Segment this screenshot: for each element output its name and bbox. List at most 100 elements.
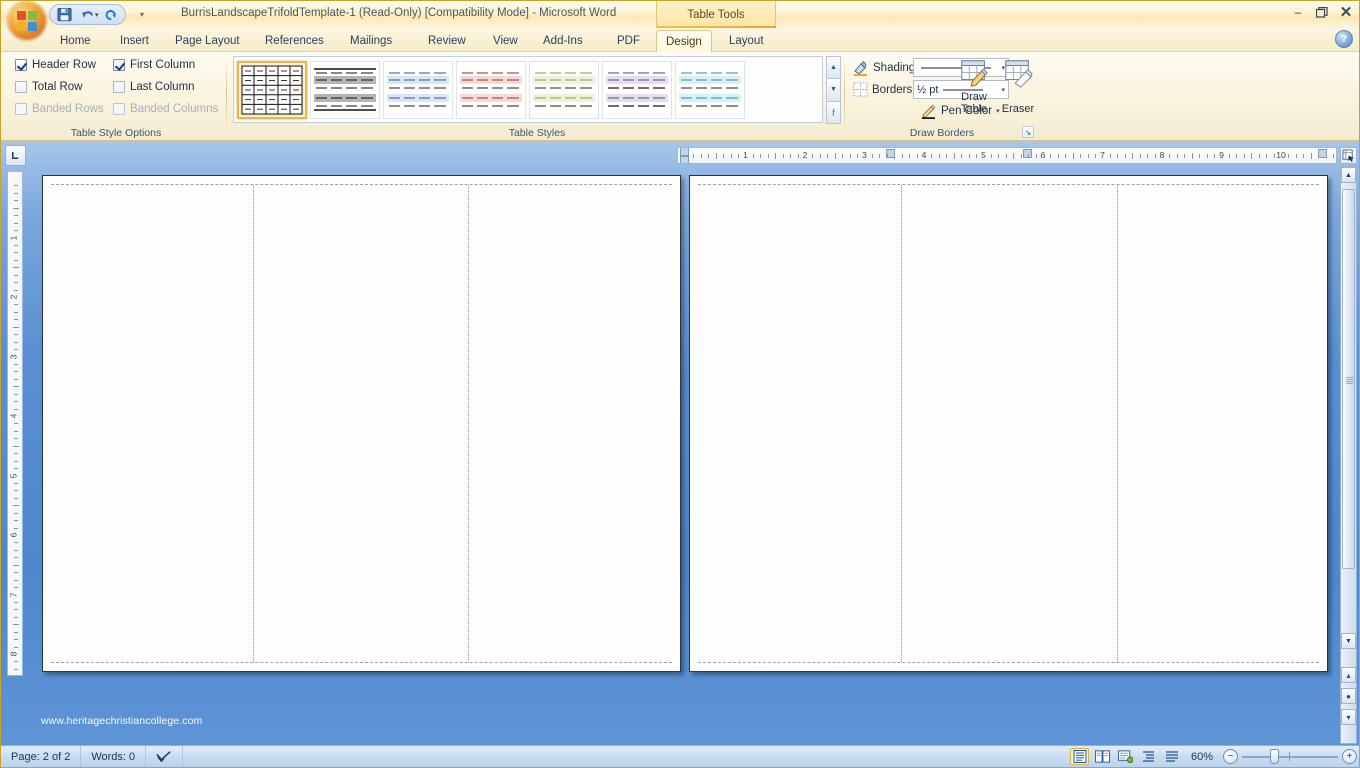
zoom-slider-handle[interactable]	[1270, 749, 1279, 764]
ruler-tick	[909, 154, 911, 158]
ruler-tick	[14, 244, 18, 246]
ruler-tick	[13, 326, 19, 328]
checkbox-last-column[interactable]: Last Column	[113, 81, 195, 93]
ruler-tick	[1013, 153, 1015, 159]
select-browse-object-top-button[interactable]	[1340, 147, 1357, 164]
group-table-styles: ▲ ▼ ⨍ Table Styles	[229, 52, 845, 141]
ruler-tick	[14, 482, 18, 484]
next-page-button[interactable]: ▾	[1341, 709, 1356, 725]
ruler-number: 5	[8, 473, 19, 478]
zoom-level-label[interactable]: 60%	[1185, 751, 1219, 763]
minimize-button[interactable]: –	[1287, 3, 1309, 21]
ruler-tick	[13, 624, 19, 626]
ruler-tick	[961, 154, 963, 158]
view-outline-button[interactable]	[1139, 748, 1158, 765]
borders-button[interactable]: Borders ▾	[853, 82, 920, 97]
ruler-tick	[14, 549, 18, 551]
table-style-swatch-table-grid[interactable]	[237, 60, 307, 119]
page-indicator[interactable]: Page: 2 of 2	[1, 745, 82, 767]
view-web-layout-button[interactable]	[1116, 748, 1135, 765]
scrollbar-thumb[interactable]	[1342, 189, 1355, 569]
vertical-scrollbar[interactable]: ▲ ▼ ▴ ● ▾	[1340, 166, 1357, 744]
first-line-indent-marker[interactable]	[680, 148, 689, 156]
tab-page-layout[interactable]: Page Layout	[166, 30, 249, 52]
ruler-tick	[738, 154, 740, 158]
ruler-tick	[1065, 154, 1067, 158]
gallery-more-button[interactable]: ⨍	[826, 100, 841, 124]
ruler-tick	[782, 154, 784, 158]
ruler-number: 7	[1100, 150, 1105, 160]
zoom-slider[interactable]	[1242, 749, 1338, 764]
ruler-number: 1	[8, 235, 19, 240]
proofing-status-button[interactable]	[146, 745, 184, 767]
undo-dropdown-icon[interactable]: ▾	[95, 11, 99, 19]
table-style-swatch-light-list-red[interactable]	[456, 60, 526, 119]
tab-view[interactable]: View	[484, 30, 527, 52]
checkbox-first-column[interactable]: First Column	[113, 59, 195, 71]
table-style-swatch-light-list-purple[interactable]	[602, 60, 672, 119]
redo-icon[interactable]	[100, 6, 122, 24]
save-icon[interactable]	[53, 6, 75, 24]
gallery-scroll-up-button[interactable]: ▲	[826, 56, 841, 80]
customize-quick-access-toolbar-button[interactable]: ▾	[134, 6, 150, 23]
tab-pdf[interactable]: PDF	[608, 30, 649, 52]
view-full-screen-reading-button[interactable]	[1093, 748, 1112, 765]
view-draft-button[interactable]	[1162, 748, 1181, 765]
view-print-layout-button[interactable]	[1070, 748, 1089, 765]
scroll-up-button[interactable]: ▲	[1341, 167, 1356, 183]
tab-design[interactable]: Design	[656, 30, 712, 52]
page-left[interactable]	[42, 175, 681, 672]
tab-review[interactable]: Review	[419, 30, 475, 52]
ruler-tick	[14, 282, 18, 284]
tab-stop-selector-button[interactable]	[5, 145, 26, 166]
ruler-tick	[1318, 154, 1320, 158]
ruler-number: 6	[8, 532, 19, 538]
draw-borders-dialog-launcher[interactable]: ↘	[1022, 126, 1034, 138]
office-button[interactable]	[7, 1, 47, 41]
ruler-tick	[1243, 154, 1245, 158]
ruler-tick	[14, 371, 18, 373]
ruler-tick	[1206, 154, 1208, 158]
previous-page-button[interactable]: ▴	[1341, 667, 1356, 683]
restore-button[interactable]	[1311, 3, 1333, 21]
ruler-tick	[693, 154, 695, 158]
tab-insert[interactable]: Insert	[111, 30, 158, 52]
tab-references[interactable]: References	[256, 30, 333, 52]
ruler-tick	[14, 334, 18, 336]
zoom-out-button[interactable]: −	[1223, 749, 1238, 764]
scroll-down-button[interactable]: ▼	[1341, 633, 1356, 649]
ruler-number: 10	[1276, 150, 1286, 160]
table-style-swatch-light-shading-gray[interactable]	[310, 60, 380, 119]
help-icon[interactable]: ?	[1335, 30, 1353, 48]
ruler-tick	[767, 154, 769, 158]
ruler-tick	[775, 153, 777, 159]
checkbox-header-row[interactable]: Header Row	[15, 59, 96, 71]
ruler-tick	[14, 378, 18, 380]
group-table-style-options: Header Row First Column Total Row Last C…	[5, 52, 227, 141]
ruler-tick	[14, 587, 18, 589]
draw-table-button[interactable]: Draw Table	[951, 58, 997, 115]
tab-add-ins[interactable]: Add-Ins	[534, 30, 592, 52]
zoom-in-button[interactable]: +	[1342, 749, 1357, 764]
ruler-tick	[1132, 153, 1134, 159]
page-right[interactable]	[689, 175, 1328, 672]
tab-mailings[interactable]: Mailings	[341, 30, 401, 52]
tab-layout[interactable]: Layout	[720, 30, 773, 52]
table-style-swatch-light-list-blue[interactable]	[383, 60, 453, 119]
ruler-tick	[14, 252, 18, 254]
table-style-swatch-light-list-aqua[interactable]	[675, 60, 745, 119]
gallery-scroll-buttons: ▲ ▼ ⨍	[826, 56, 841, 124]
word-count[interactable]: Words: 0	[81, 745, 147, 767]
ruler-number: 8	[8, 651, 19, 657]
ruler-tick	[1080, 154, 1082, 158]
checkbox-total-row[interactable]: Total Row	[15, 81, 83, 93]
close-button[interactable]: ✕	[1335, 3, 1357, 21]
tab-home[interactable]: Home	[51, 30, 100, 52]
eraser-button[interactable]: Eraser	[995, 58, 1041, 115]
horizontal-ruler[interactable]: 1 2 3 4 5 6 7 8 9 10	[677, 147, 1337, 164]
left-indent-marker[interactable]	[680, 156, 689, 163]
gallery-scroll-down-button[interactable]: ▼	[826, 78, 841, 102]
select-browse-object-button[interactable]: ●	[1341, 688, 1356, 704]
table-style-swatch-light-list-olive[interactable]	[529, 60, 599, 119]
vertical-ruler[interactable]: 1 2 3 4 5 6 7 8	[7, 171, 23, 676]
